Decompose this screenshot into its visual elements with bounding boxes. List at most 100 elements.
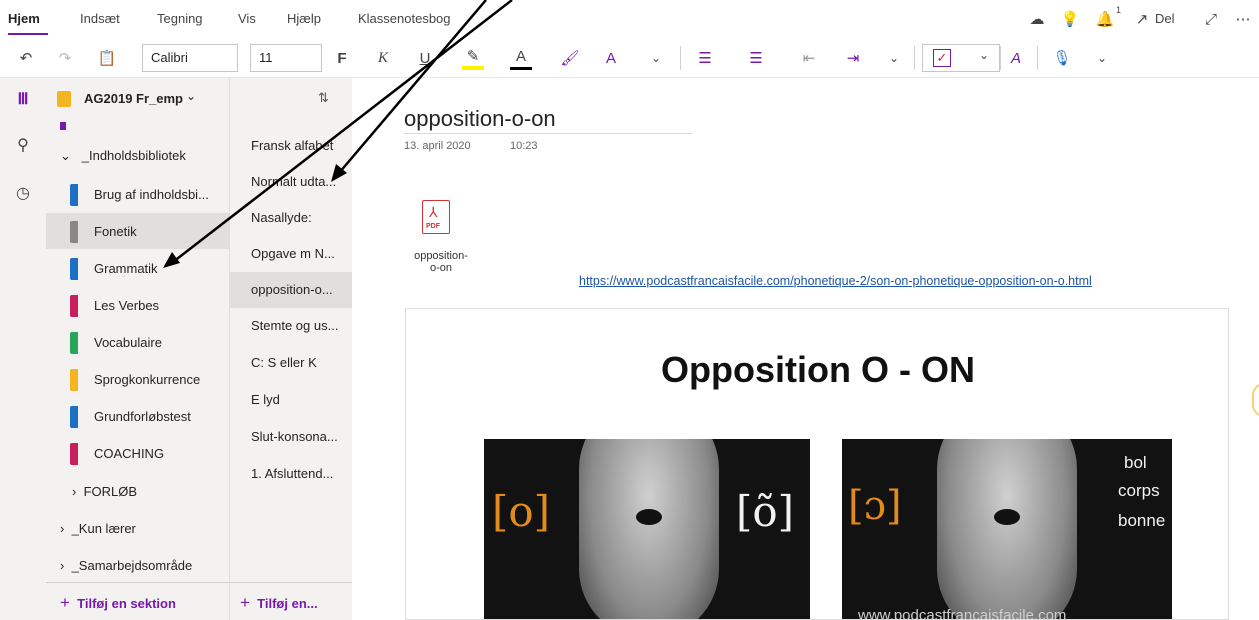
notebook-name[interactable]: AG2019 Fr_emp (84, 91, 183, 106)
more-icon[interactable]: ⋯ (1232, 7, 1254, 31)
side-handle-icon[interactable] (1252, 383, 1259, 417)
sort-icon[interactable]: ⇅ (318, 90, 329, 106)
page-label: Nasallyde: (251, 210, 312, 225)
format-painter-icon[interactable]: 🖌 (560, 46, 580, 70)
group-label: FORLØB (83, 484, 138, 499)
tab-klassenotesbog[interactable]: Klassenotesbog (358, 11, 451, 26)
clear-format-icon[interactable]: A (600, 46, 622, 70)
example-word: bonne (1118, 511, 1166, 530)
page-canvas[interactable]: opposition-o-on 13. april 2020 10:23 ⅄ P… (352, 78, 1259, 620)
bold-button[interactable]: F (334, 46, 350, 70)
section-tab-icon (70, 443, 78, 465)
page-label: E lyd (251, 392, 280, 407)
mouth-photo-left: [o] [õ] (484, 439, 810, 619)
page-item[interactable]: Normalt udta... (230, 164, 353, 200)
embedded-image[interactable]: Opposition O - ON [o] [õ] [ɔ] bol corps … (405, 308, 1229, 620)
italic-button[interactable]: K (375, 46, 391, 70)
add-page-button[interactable]: + Tilføj en... (240, 593, 318, 613)
section-tab-icon (70, 369, 78, 391)
fullscreen-icon[interactable]: ⤢ (1200, 7, 1222, 31)
increase-indent-icon[interactable]: ⇥ (843, 46, 863, 70)
font-name-field[interactable]: Calibri (142, 44, 238, 72)
add-section-button[interactable]: + Tilføj en sektion (60, 593, 176, 613)
sync-icon[interactable]: ☁ (1026, 7, 1048, 31)
recent-clock-icon[interactable]: ◷ (12, 182, 34, 204)
lightbulb-icon[interactable]: 💡 (1060, 7, 1080, 31)
tab-vis[interactable]: Vis (238, 11, 256, 26)
section-item[interactable]: Fonetik (46, 213, 229, 249)
chevron-right-icon: › (60, 558, 65, 573)
page-item[interactable]: Slut-konsona... (230, 419, 353, 455)
section-item[interactable]: Sprogkonkurrence (46, 361, 229, 397)
underline-button[interactable]: U (417, 46, 433, 70)
page-label: C: S eller K (251, 355, 317, 370)
bell-icon[interactable]: 🔔 (1094, 7, 1116, 31)
group-label: _Kun lærer (71, 521, 136, 536)
page-item[interactable]: E lyd (230, 382, 353, 418)
group-indholdsbibliotek[interactable]: ⌄ _Indholdsbibliotek (60, 148, 186, 164)
section-item[interactable]: Brug af indholdsbi... (46, 176, 229, 212)
phonetic-symbol-o: [o] (492, 487, 551, 536)
section-item[interactable]: Grammatik (46, 250, 229, 286)
onenote-window: Hjem Indsæt Tegning Vis Hjælp Klassenote… (0, 0, 1259, 620)
chevron-down-icon[interactable]: ⌄ (186, 89, 196, 103)
decrease-indent-icon[interactable]: ⇤ (799, 46, 819, 70)
section-label: COACHING (94, 446, 165, 461)
phonetic-symbol-on: [õ] (736, 487, 795, 536)
page-item[interactable]: Opgave m N... (230, 236, 353, 272)
font-color-icon[interactable]: A (510, 46, 532, 70)
share-icon[interactable]: ↗ (1132, 7, 1152, 31)
page-item[interactable]: Fransk alfabet (230, 128, 353, 164)
page-item[interactable]: opposition-o... (230, 272, 353, 308)
section-label: Grammatik (94, 261, 158, 276)
group-kun-laerer[interactable]: › _Kun lærer (60, 521, 136, 536)
page-item[interactable]: Nasallyde: (230, 200, 353, 236)
section-item[interactable]: Grundforløbstest (46, 398, 229, 434)
highlight-icon[interactable]: ✎ (462, 46, 484, 70)
page-item[interactable]: 1. Afsluttend... (230, 456, 353, 492)
example-word: bol (1124, 453, 1147, 472)
tab-tegning[interactable]: Tegning (157, 11, 203, 26)
tab-hjaelp[interactable]: Hjælp (287, 11, 321, 26)
group-forlob[interactable]: › FORLØB (72, 484, 137, 499)
section-item[interactable]: Vocabulaire (46, 324, 229, 360)
page-item[interactable]: Stemte og us... (230, 308, 353, 344)
font-size-field[interactable]: 11 (250, 44, 322, 72)
chevron-down-icon[interactable]: ⌄ (1094, 46, 1110, 70)
redo-icon[interactable]: ↷ (55, 46, 75, 70)
mouth-shape (636, 509, 662, 525)
source-link[interactable]: https://www.podcastfrancaisfacile.com/ph… (579, 274, 1092, 288)
undo-icon[interactable]: ↶ (16, 46, 36, 70)
page-item[interactable]: C: S eller K (230, 345, 353, 381)
page-label: Opgave m N... (251, 246, 335, 261)
section-color-marker (60, 122, 66, 130)
clipboard-icon[interactable]: 📋 (97, 46, 117, 70)
chevron-down-icon[interactable]: ⌄ (648, 46, 664, 70)
tag-picker[interactable]: ✓ ⌄ (922, 44, 1000, 72)
tab-indsaet[interactable]: Indsæt (80, 11, 120, 26)
page-title[interactable]: opposition-o-on (404, 106, 556, 132)
chevron-down-icon[interactable]: ⌄ (886, 46, 902, 70)
section-item[interactable]: COACHING (46, 435, 229, 471)
pdf-file-icon[interactable]: ⅄ PDF (422, 200, 450, 234)
styles-icon[interactable]: A (1005, 46, 1027, 70)
share-button[interactable]: Del (1155, 11, 1175, 26)
tab-hjem[interactable]: Hjem (8, 11, 40, 26)
notebooks-icon[interactable]: Ⅲ (12, 88, 34, 110)
notebook-icon (57, 91, 71, 107)
chevron-down-icon: ⌄ (979, 48, 990, 62)
attachment-name[interactable]: opposition-o-on (404, 250, 478, 274)
group-samarbejdsomraade[interactable]: › _Samarbejdsområde (60, 558, 192, 573)
section-item[interactable]: Les Verbes (46, 287, 229, 323)
numbered-list-icon[interactable]: ☰ (746, 46, 766, 70)
search-icon[interactable]: ⚲ (12, 134, 34, 156)
left-rail: Ⅲ ⚲ ◷ (0, 78, 46, 620)
section-label: Sprogkonkurrence (94, 372, 201, 387)
toolbar-divider (1037, 46, 1038, 70)
todo-checkbox-icon: ✓ (933, 49, 951, 67)
bullet-list-icon[interactable]: ☰ (695, 46, 715, 70)
active-tab-indicator (8, 33, 48, 35)
dictate-icon[interactable]: 🎙 (1052, 46, 1072, 70)
chevron-right-icon: › (60, 521, 65, 536)
section-tab-icon (70, 221, 78, 243)
